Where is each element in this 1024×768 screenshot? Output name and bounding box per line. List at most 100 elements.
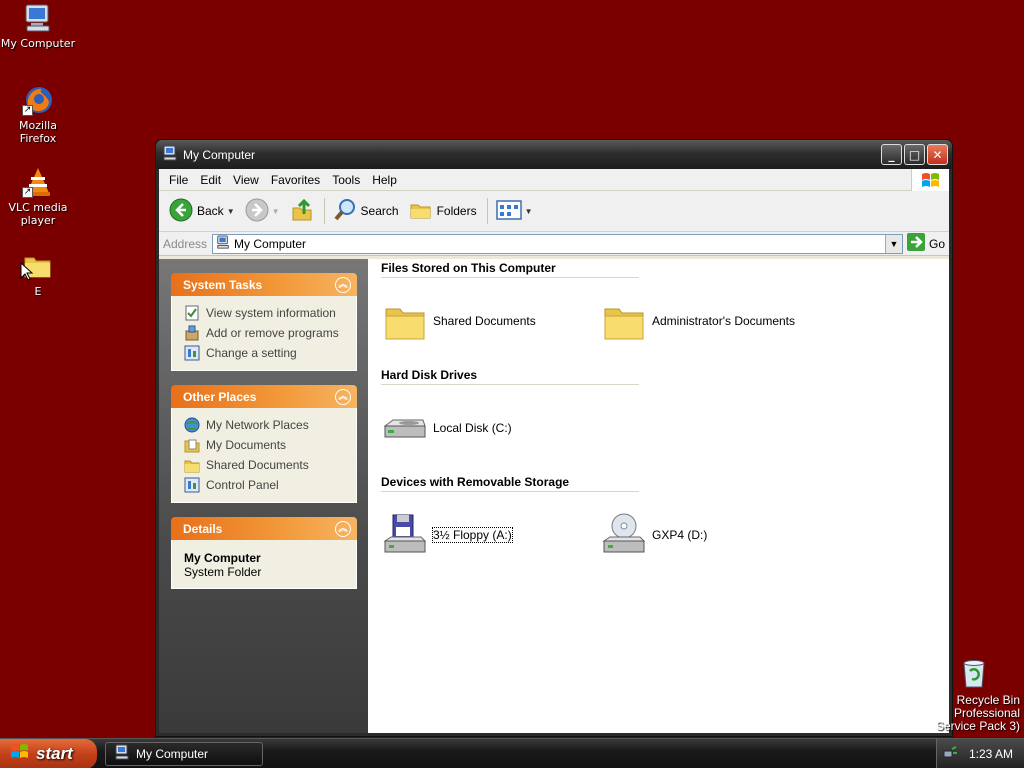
start-button[interactable]: start [0, 738, 97, 768]
mouse-cursor-icon [20, 261, 34, 285]
desktop-icon-vlc[interactable]: ↗ VLC media player [0, 166, 76, 227]
window-titlebar[interactable]: My Computer _ □ ✕ [156, 140, 952, 169]
maximize-button[interactable]: □ [904, 144, 925, 165]
task-label: Add or remove programs [206, 326, 339, 340]
menu-view[interactable]: View [227, 171, 265, 189]
desktop-icon-folder-e[interactable]: E [0, 250, 76, 298]
my-computer-icon [22, 2, 54, 34]
my-computer-icon [162, 145, 178, 164]
item-label: GXP4 (D:) [652, 528, 708, 542]
firefox-icon: ↗ [22, 84, 54, 116]
dropdown-arrow-icon[interactable]: ▼ [227, 207, 235, 216]
close-button[interactable]: ✕ [927, 144, 948, 165]
back-button[interactable]: Back ▼ [165, 195, 239, 228]
item-label: 3½ Floppy (A:) [432, 527, 513, 543]
folders-icon [409, 198, 433, 225]
place-control-panel[interactable]: Control Panel [184, 475, 356, 495]
item-shared-documents[interactable]: Shared Documents [381, 297, 600, 345]
forward-button[interactable]: ▼ [241, 195, 284, 228]
taskbar-button-my-computer[interactable]: My Computer [105, 741, 263, 766]
back-arrow-icon [169, 198, 193, 225]
search-button[interactable]: Search [329, 195, 403, 228]
folder-icon [600, 297, 648, 345]
address-dropdown-button[interactable]: ▼ [884, 234, 902, 253]
toolbar-separator [323, 198, 325, 224]
system-info-icon [184, 305, 200, 321]
menu-tools[interactable]: Tools [326, 171, 366, 189]
collapse-chevron-icon[interactable]: ︽ [335, 388, 351, 405]
task-view-system-information[interactable]: View system information [184, 303, 356, 323]
dropdown-arrow-icon[interactable]: ▼ [525, 207, 533, 216]
go-label: Go [928, 236, 945, 251]
folders-button[interactable]: Folders [405, 195, 481, 228]
folder-icon [381, 297, 429, 345]
item-local-disk-c[interactable]: Local Disk (C:) [381, 404, 600, 452]
system-tray: 1:23 AM [936, 739, 1024, 768]
views-icon [495, 199, 522, 224]
item-floppy-a[interactable]: 3½ Floppy (A:) [381, 511, 600, 559]
address-field[interactable]: My Computer ▼ [212, 233, 903, 254]
window-content: System Tasks ︽ View system information A… [159, 259, 949, 733]
group-hard-disk-drives: Local Disk (C:) [381, 391, 949, 465]
go-button[interactable]: Go [906, 233, 945, 254]
task-add-remove-programs[interactable]: Add or remove programs [184, 323, 356, 343]
windows-logo-icon [10, 742, 30, 765]
minimize-button[interactable]: _ [881, 144, 902, 165]
place-shared-documents[interactable]: Shared Documents [184, 455, 356, 475]
recycle-bin-icon[interactable] [958, 657, 990, 692]
desktop-icon-label: My Computer [0, 37, 76, 50]
task-label: View system information [206, 306, 336, 320]
desktop-icon-label: VLC media player [8, 201, 68, 227]
network-places-icon [184, 417, 200, 433]
item-label: Shared Documents [433, 314, 536, 328]
menu-favorites[interactable]: Favorites [265, 171, 326, 189]
item-gxp4-d[interactable]: GXP4 (D:) [600, 511, 819, 559]
place-my-network-places[interactable]: My Network Places [184, 415, 356, 435]
group-header-hard-disk-drives: Hard Disk Drives [381, 368, 639, 385]
network-tray-icon[interactable] [943, 745, 959, 764]
desktop-icon-my-computer[interactable]: My Computer [0, 2, 76, 50]
minimize-icon: _ [888, 147, 895, 162]
place-label: Control Panel [206, 478, 279, 492]
system-tasks-header[interactable]: System Tasks ︽ [171, 273, 357, 296]
maximize-icon: □ [908, 147, 921, 162]
chevron-down-icon: ▼ [889, 238, 899, 249]
menu-edit[interactable]: Edit [194, 171, 227, 189]
control-panel-icon [184, 477, 200, 493]
shortcut-arrow-icon: ↗ [22, 187, 33, 198]
folders-label: Folders [436, 204, 477, 218]
menu-file[interactable]: File [163, 171, 194, 189]
address-value: My Computer [234, 236, 307, 251]
go-arrow-icon [906, 233, 925, 254]
back-label: Back [197, 204, 224, 218]
dropdown-arrow-icon[interactable]: ▼ [272, 207, 280, 216]
collapse-chevron-icon[interactable]: ︽ [335, 276, 351, 293]
other-places-header[interactable]: Other Places ︽ [171, 385, 357, 408]
control-panel-icon [184, 345, 200, 361]
other-places-panel: Other Places ︽ My Network Places My Docu… [171, 385, 357, 503]
details-type: System Folder [184, 565, 262, 579]
windows-logo-icon [911, 169, 949, 191]
details-header[interactable]: Details ︽ [171, 517, 357, 540]
item-administrators-documents[interactable]: Administrator's Documents [600, 297, 819, 345]
place-my-documents[interactable]: My Documents [184, 435, 356, 455]
group-files-stored: Shared Documents Administrator's Documen… [381, 284, 949, 358]
item-label: Local Disk (C:) [433, 421, 512, 435]
group-removable-storage: 3½ Floppy (A:) GXP4 (D:) [381, 498, 949, 572]
vlc-icon: ↗ [22, 166, 54, 198]
menu-help[interactable]: Help [366, 171, 403, 189]
group-header-files-stored: Files Stored on This Computer [381, 261, 639, 278]
my-documents-icon [184, 437, 200, 453]
standard-toolbar: Back ▼ ▼ Search Folders ▼ [159, 191, 949, 232]
desktop-icon-firefox[interactable]: ↗ Mozilla Firefox [0, 84, 76, 145]
clock[interactable]: 1:23 AM [969, 747, 1013, 761]
close-icon: ✕ [932, 147, 943, 162]
collapse-chevron-icon[interactable]: ︽ [335, 520, 351, 537]
floppy-drive-icon [381, 511, 429, 559]
desktop-icon-label: E [34, 285, 42, 298]
task-change-a-setting[interactable]: Change a setting [184, 343, 356, 363]
views-button[interactable]: ▼ [492, 196, 537, 227]
up-button[interactable] [286, 195, 318, 228]
search-icon [333, 198, 357, 225]
hard-disk-icon [381, 404, 429, 452]
